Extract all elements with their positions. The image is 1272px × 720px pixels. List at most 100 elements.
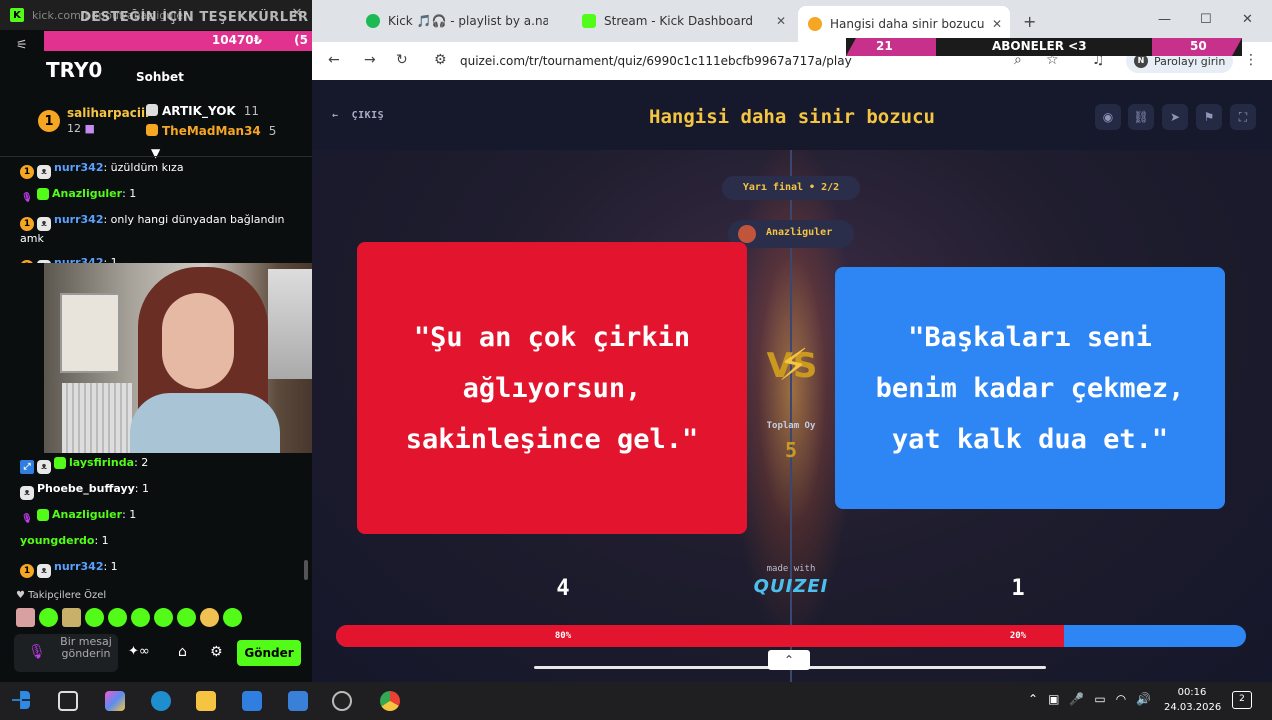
webcam-radiator <box>62 383 132 453</box>
copilot-icon[interactable] <box>105 691 125 711</box>
currency-counter: TRY0 <box>46 58 103 82</box>
minimize-icon[interactable]: — <box>1158 12 1171 27</box>
close-window-icon[interactable]: ✕ <box>1242 12 1253 27</box>
back-icon[interactable]: ← <box>328 52 340 68</box>
chat-text: : 1 <box>94 534 109 547</box>
flag-icon[interactable]: ⚑ <box>1196 104 1222 130</box>
emote[interactable] <box>16 608 35 627</box>
forward-icon[interactable]: → <box>364 52 376 68</box>
obs-icon[interactable] <box>332 691 352 711</box>
link-icon[interactable]: ⛓ <box>1128 104 1154 130</box>
url-field[interactable]: quizei.com/tr/tournament/quiz/6990c1c111… <box>460 54 852 68</box>
kick-logo-icon: K <box>10 8 24 22</box>
close-icon[interactable]: ✕ <box>776 14 786 28</box>
chrome-icon[interactable] <box>380 691 400 711</box>
option-card-right[interactable]: "Başkaları seni benim kadar çekmez, yat … <box>835 267 1225 509</box>
clock[interactable]: 00:16 24.03.2026 <box>1164 685 1222 715</box>
right-vote-count: 1 <box>1011 576 1025 601</box>
chat-username[interactable]: laysfirinda <box>69 456 134 469</box>
sliders-icon[interactable]: ⚟ <box>16 38 28 53</box>
tab-playlist[interactable]: Kick 🎵🎧 - playlist by a.nazlig <box>356 7 572 35</box>
verified-badge-icon: ⤢ <box>20 460 34 474</box>
send-icon[interactable]: ➤ <box>1162 104 1188 130</box>
fullscreen-icon[interactable]: ⛶ <box>1230 104 1256 130</box>
send-button[interactable]: Gönder <box>237 640 301 666</box>
emote[interactable] <box>85 608 104 627</box>
maximize-icon[interactable]: ☐ <box>1200 12 1212 27</box>
emote[interactable] <box>154 608 173 627</box>
emote[interactable] <box>108 608 127 627</box>
sub-goal-current: 21 <box>876 39 893 53</box>
chat-username[interactable]: nurr342 <box>54 560 103 573</box>
task-view-icon[interactable] <box>58 691 78 711</box>
player-name: Anazliguler <box>766 227 833 238</box>
menu-icon[interactable]: ⋮ <box>1244 52 1258 68</box>
cat-badge-icon: ᴥ <box>37 564 51 578</box>
close-icon[interactable]: ✕ <box>992 17 1002 31</box>
emote[interactable] <box>131 608 150 627</box>
tab-dashboard[interactable]: Stream - Kick Dashboard ✕ <box>572 7 794 35</box>
gift-badge-icon <box>37 188 49 200</box>
rank-badge-icon: 1 <box>20 217 34 231</box>
notification-icon[interactable]: 2 <box>1232 691 1252 709</box>
store-icon[interactable]: ⌂ <box>178 644 196 662</box>
emote[interactable] <box>62 608 81 627</box>
meet-icon[interactable]: ▣ <box>1048 692 1059 706</box>
goal-progress-fill <box>44 31 312 51</box>
emote[interactable] <box>177 608 196 627</box>
chevron-up-icon[interactable]: ⌃ <box>1028 692 1038 706</box>
message-box[interactable]: 🎙 Bir mesaj gönderin <box>14 634 118 672</box>
option-card-left[interactable]: "Şu an çok çirkin ağlıyorsun, sakinleşin… <box>357 242 747 534</box>
total-votes-value: 5 <box>784 438 798 462</box>
chat-message: ᴥ Phoebe_buffayy: 1 <box>20 481 300 500</box>
rank-badge: 1 <box>38 110 60 132</box>
reload-icon[interactable]: ↻ <box>396 52 408 68</box>
chat-text: : 2 <box>134 456 149 469</box>
site-info-icon[interactable]: ⚙ <box>434 52 447 68</box>
chat-message: 🎙 Anazliguler: 1 <box>20 186 300 205</box>
vote-split-fill-left <box>336 625 1064 647</box>
gifter-badge-icon <box>146 124 158 136</box>
chat-username[interactable]: youngderdo <box>20 534 94 547</box>
chat-scrollbar[interactable] <box>304 560 308 580</box>
volume-icon[interactable]: 🔊 <box>1136 692 1151 706</box>
chat-username[interactable]: nurr342 <box>54 213 103 226</box>
outlook-icon[interactable] <box>288 691 308 711</box>
cat-badge-icon: ᴥ <box>37 217 51 231</box>
gift-badge-icon <box>54 457 66 469</box>
gifter-row[interactable]: TheMadMan34 5 <box>146 124 276 138</box>
eye-icon[interactable]: ◉ <box>1095 104 1121 130</box>
clock-date: 24.03.2026 <box>1164 702 1222 713</box>
chat-username[interactable]: Anazliguler <box>52 187 122 200</box>
battery-icon[interactable]: ▭ <box>1094 692 1105 706</box>
chat-message: 1ᴥnurr342: 1 <box>20 559 300 578</box>
file-explorer-icon[interactable] <box>196 691 216 711</box>
chat-username[interactable]: nurr342 <box>54 161 103 174</box>
start-icon[interactable] <box>12 691 30 709</box>
vote-split-bar <box>336 625 1246 647</box>
chat-username[interactable]: Anazliguler <box>52 508 122 521</box>
password-chip-label: Parolayı girin <box>1154 54 1226 68</box>
store-icon[interactable] <box>242 691 262 711</box>
chevron-down-icon[interactable]: ▼ <box>151 146 160 160</box>
lightning-icon: ⚡ <box>778 340 809 391</box>
tab-quiz[interactable]: Hangisi daha sinir bozucu - Tier ✕ <box>798 6 1010 42</box>
emote[interactable] <box>223 608 242 627</box>
gear-icon[interactable]: ⚙ <box>210 644 228 662</box>
chat-username[interactable]: Phoebe_buffayy <box>37 482 135 495</box>
wifi-icon[interactable]: ◠ <box>1116 692 1126 706</box>
tab-title: Stream - Kick Dashboard <box>604 14 754 28</box>
edge-icon[interactable] <box>151 691 171 711</box>
webcam-left-edge <box>0 263 44 453</box>
emote[interactable] <box>39 608 58 627</box>
sub-goal-target: 50 <box>1190 39 1207 53</box>
emoji-icon[interactable]: ✦∞ <box>128 644 164 662</box>
gifter-row[interactable]: ARTIK_YOK 11 <box>146 104 259 118</box>
mic-icon[interactable]: 🎤 <box>1069 692 1084 706</box>
chevron-up-icon[interactable]: ⌃ <box>768 650 810 670</box>
mic-icon[interactable]: 🎙 <box>28 644 46 660</box>
new-tab-icon[interactable]: + <box>1023 12 1036 31</box>
emote[interactable] <box>200 608 219 627</box>
chat-message: 🎙 Anazliguler: 1 <box>20 507 300 526</box>
quizei-logo[interactable]: QUIZEI <box>742 576 840 597</box>
